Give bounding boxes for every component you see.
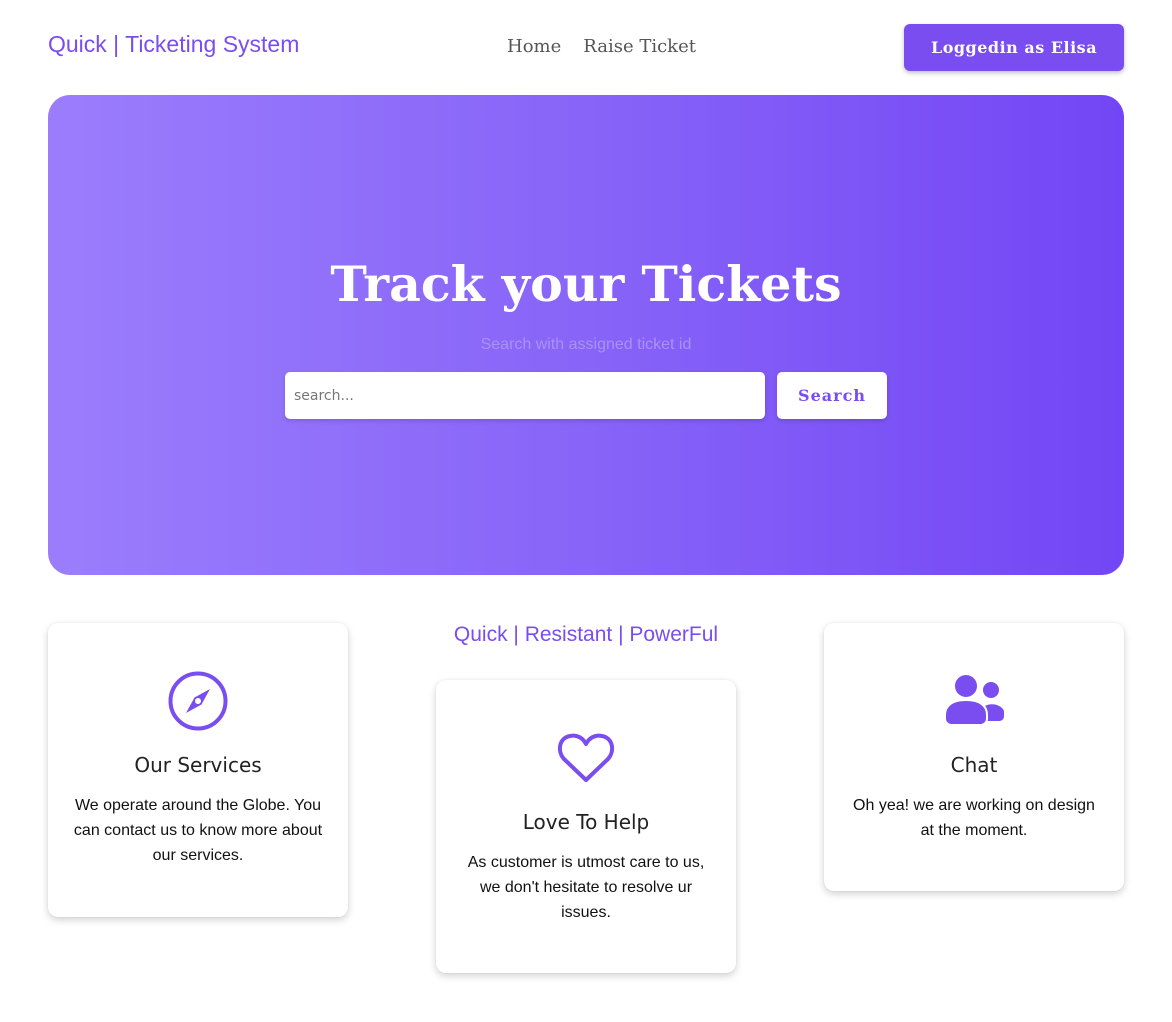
ticket-search-input[interactable] (285, 372, 765, 419)
hero-banner: Track your Tickets Search with assigned … (48, 95, 1124, 575)
hero-subtitle: Search with assigned ticket id (480, 336, 692, 353)
card-description: As customer is utmost care to us, we don… (467, 854, 705, 921)
nav-item-home[interactable]: Home (507, 36, 561, 57)
nav-item-raise-ticket[interactable]: Raise Ticket (583, 36, 696, 57)
card-description: Oh yea! we are working on design at the … (853, 797, 1095, 839)
feature-card-chat: Chat Oh yea! we are working on design at… (824, 623, 1124, 891)
hero-title: Track your Tickets (330, 255, 842, 313)
users-icon (944, 671, 1004, 731)
card-title: Our Services (134, 753, 262, 777)
feature-card-love-to-help: Love To Help As customer is utmost care … (436, 680, 736, 973)
compass-icon (168, 671, 228, 731)
heart-icon (556, 728, 616, 788)
feature-card-services: Our Services We operate around the Globe… (48, 623, 348, 917)
card-title: Chat (950, 753, 998, 777)
user-account-button[interactable]: Loggedin as Elisa (904, 24, 1124, 71)
brand-link[interactable]: Quick | Ticketing System (48, 31, 299, 58)
main-nav: Home Raise Ticket (507, 36, 696, 57)
card-title: Love To Help (522, 810, 650, 834)
search-button[interactable]: Search (777, 372, 887, 419)
card-description: We operate around the Globe. You can con… (73, 797, 323, 864)
